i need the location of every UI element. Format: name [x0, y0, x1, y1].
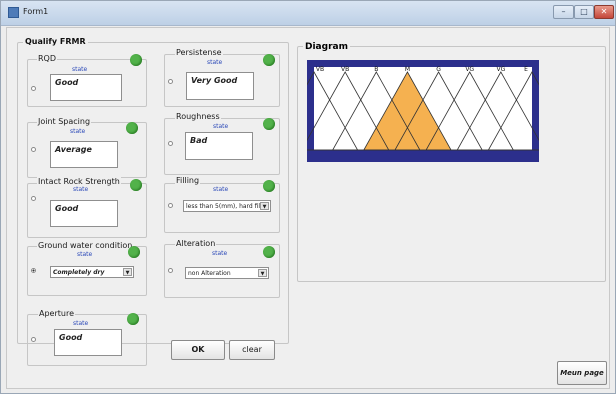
rqd-radio[interactable] [31, 86, 36, 91]
ground-water-state-label: state [77, 251, 93, 258]
qualify-frmr-title: Qualify FRMR [23, 37, 88, 46]
aperture-value-box[interactable]: Good [54, 329, 122, 356]
alteration-select-value: non Alteration [188, 270, 231, 277]
roughness-status-led [263, 118, 275, 130]
dropdown-arrow-icon[interactable]: ▼ [260, 202, 269, 210]
filling-label: Filling [175, 176, 201, 185]
persistense-radio[interactable] [168, 79, 173, 84]
window-title: Form1 [23, 7, 49, 16]
alteration-radio[interactable] [168, 268, 173, 273]
joint-spacing-label: Joint Spacing [37, 117, 92, 126]
rqd-state-label: state [72, 66, 88, 73]
aperture-status-led [127, 313, 139, 325]
rqd-label: RQD [37, 54, 58, 63]
ground-water-select[interactable]: Completely dry ▼ [50, 266, 134, 278]
rqd-value-box[interactable]: Good [50, 74, 122, 101]
clear-button[interactable]: clear [229, 340, 275, 360]
membership-label: B [374, 66, 378, 73]
aperture-state-label: state [73, 320, 89, 327]
filling-select[interactable]: less than 5(mm), hard fill ▼ [183, 200, 271, 212]
intact-rock-strength-radio[interactable] [31, 196, 36, 201]
filling-radio[interactable] [168, 203, 173, 208]
alteration-state-label: state [212, 250, 228, 257]
intact-rock-strength-state-label: state [73, 186, 89, 193]
rqd-status-led [130, 54, 142, 66]
dropdown-arrow-icon[interactable]: ▼ [258, 269, 267, 277]
membership-label: VB [316, 66, 324, 73]
joint-spacing-radio[interactable] [31, 147, 36, 152]
membership-label: VG [496, 66, 505, 73]
ground-water-radio[interactable] [31, 268, 36, 273]
joint-spacing-state-label: state [70, 128, 86, 135]
intact-rock-strength-value-box[interactable]: Good [50, 200, 118, 227]
persistense-value-box[interactable]: Very Good [186, 72, 254, 100]
ground-water-label: Ground water condition [37, 241, 134, 250]
maximize-icon[interactable]: □ [574, 5, 594, 19]
joint-spacing-status-led [126, 122, 138, 134]
intact-rock-strength-label: Intact Rock Strength [37, 177, 121, 186]
intact-rock-strength-status-led [130, 179, 142, 191]
dropdown-arrow-icon[interactable]: ▼ [123, 268, 132, 276]
fuzzy-membership-diagram: VB VB B M G VG VG E [307, 60, 539, 162]
ground-water-select-value: Completely dry [53, 269, 105, 276]
membership-label: G [436, 66, 441, 73]
alteration-select[interactable]: non Alteration ▼ [185, 267, 269, 279]
roughness-radio[interactable] [168, 141, 173, 146]
form-client-area: Qualify FRMR RQD state Good Joint Spacin… [6, 27, 610, 389]
title-bar[interactable]: Form1 – □ ✕ [1, 1, 615, 26]
alteration-label: Alteration [175, 239, 217, 248]
membership-label: VB [341, 66, 349, 73]
persistense-status-led [263, 54, 275, 66]
minimize-icon[interactable]: – [553, 5, 574, 19]
ground-water-status-led [128, 246, 140, 258]
persistense-state-label: state [207, 59, 223, 66]
menu-page-button[interactable]: Meun page [557, 361, 607, 385]
persistense-label: Persistense [175, 48, 223, 57]
alteration-status-led [263, 246, 275, 258]
filling-select-value: less than 5(mm), hard fill [186, 203, 262, 210]
filling-state-label: state [213, 186, 229, 193]
close-icon[interactable]: ✕ [594, 5, 614, 19]
aperture-label: Aperture [38, 309, 76, 318]
filling-status-led [263, 180, 275, 192]
membership-label: E [524, 66, 528, 73]
app-window: Form1 – □ ✕ Qualify FRMR RQD state Good … [0, 0, 616, 394]
joint-spacing-value-box[interactable]: Average [50, 141, 118, 168]
membership-label: VG [465, 66, 474, 73]
roughness-state-label: state [213, 123, 229, 130]
membership-label: M [405, 66, 410, 73]
app-icon [8, 7, 19, 18]
ok-button[interactable]: OK [171, 340, 225, 360]
aperture-radio[interactable] [31, 337, 36, 342]
roughness-value-box[interactable]: Bad [185, 132, 253, 160]
diagram-title: Diagram [303, 42, 350, 52]
roughness-label: Roughness [175, 112, 221, 121]
